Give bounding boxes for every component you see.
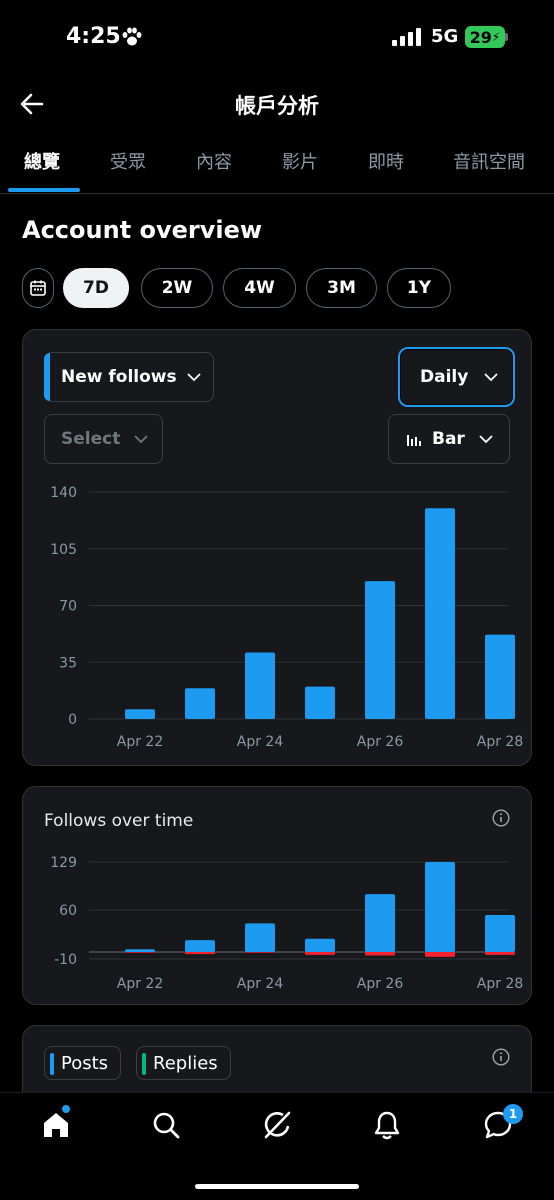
battery-icon: 29 ⚡ — [465, 26, 505, 48]
bell-icon[interactable] — [371, 1109, 403, 1141]
calendar-button[interactable] — [22, 268, 54, 308]
info-icon[interactable] — [492, 809, 510, 827]
bar-negative — [125, 952, 155, 953]
x-tick-label: Apr 24 — [237, 734, 284, 750]
chevron-down-icon — [186, 372, 201, 381]
bar — [425, 508, 455, 719]
network-type: 5G — [431, 26, 459, 47]
bar — [245, 652, 275, 719]
battery-cap — [505, 33, 508, 41]
y-tick-label: 140 — [50, 485, 77, 501]
metric-dropdown[interactable]: New follows — [44, 352, 214, 402]
y-tick-label: 35 — [59, 655, 77, 671]
tab-video[interactable]: 影片 — [282, 148, 318, 174]
home-notification-dot — [62, 1105, 70, 1113]
period-2w[interactable]: 2W — [141, 268, 213, 308]
section-title: Account overview — [22, 216, 263, 244]
info-icon[interactable] — [492, 1048, 510, 1066]
messages-badge: 1 — [503, 1104, 523, 1124]
new-follows-card: New follows Daily Select Bar 0 35 70 105 140… — [22, 329, 532, 766]
period-3m[interactable]: 3M — [306, 268, 377, 308]
y-tick-label: 0 — [68, 712, 77, 728]
x-tick-label: Apr 26 — [357, 976, 404, 992]
compare-dropdown[interactable]: Select — [44, 414, 163, 464]
status-bar: 4:25 5G 29 ⚡ — [0, 0, 554, 74]
calendar-icon — [30, 280, 46, 296]
top-header: 帳戶分析 — [0, 74, 554, 134]
interval-dropdown[interactable]: Daily — [398, 347, 515, 407]
chevron-down-icon — [134, 434, 148, 443]
battery-level: 29 — [469, 27, 492, 47]
tab-content[interactable]: 內容 — [196, 148, 232, 174]
y-tick-label: -10 — [54, 952, 77, 968]
tab-bar: 總覽 受眾 內容 影片 即時 音訊空間 — [0, 134, 554, 194]
legend-replies-color — [142, 1053, 146, 1075]
tab-spaces[interactable]: 音訊空間 — [453, 148, 525, 174]
tab-live[interactable]: 即時 — [368, 148, 404, 174]
bar-positive — [185, 940, 215, 953]
legend-posts-color — [50, 1053, 54, 1075]
new-follows-chart: 0 35 70 105 140 Apr 22 Apr 24 Apr 26 Apr 28 — [50, 485, 523, 750]
bar-positive — [485, 915, 515, 953]
bar-negative — [485, 952, 515, 955]
legend-replies[interactable]: Replies — [136, 1046, 231, 1080]
legend-replies-label: Replies — [153, 1052, 218, 1074]
bar-negative — [365, 952, 395, 956]
bar-positive — [305, 938, 335, 953]
period-1y[interactable]: 1Y — [387, 268, 451, 308]
bar — [485, 634, 515, 719]
chevron-down-icon — [484, 372, 498, 381]
chart-type-dropdown-label: Bar — [432, 429, 465, 449]
home-indicator — [195, 1184, 359, 1189]
x-tick-label: Apr 28 — [477, 734, 523, 750]
follows-over-time-chart: 129 60 -10 Apr 22 Apr 24 Apr 26 Apr 28 — [50, 855, 523, 992]
bar-positive — [425, 862, 455, 953]
compare-dropdown-label: Select — [61, 429, 121, 449]
bar-negative — [185, 952, 215, 955]
x-tick-label: Apr 28 — [477, 976, 523, 992]
metric-dropdown-label: New follows — [61, 367, 177, 387]
y-tick-label: 70 — [59, 599, 77, 615]
y-tick-label: 129 — [50, 855, 77, 871]
bar-negative — [245, 952, 275, 953]
bar-positive — [245, 923, 275, 953]
x-tick-label: Apr 22 — [117, 734, 163, 750]
bar-negative — [425, 952, 455, 957]
bar-positive — [365, 894, 395, 953]
chart-type-dropdown[interactable]: Bar — [388, 414, 510, 464]
metric-color-indicator — [44, 353, 50, 401]
page-title: 帳戶分析 — [235, 94, 319, 118]
home-icon[interactable] — [40, 1109, 72, 1141]
bar-chart-icon — [407, 435, 421, 446]
status-time: 4:25 — [66, 24, 121, 49]
bar-negative — [305, 952, 335, 955]
period-7d[interactable]: 7D — [63, 268, 129, 308]
legend-posts-label: Posts — [61, 1052, 109, 1074]
bar — [305, 686, 335, 719]
card-title: Follows over time — [44, 811, 194, 831]
y-tick-label: 60 — [59, 903, 77, 919]
follows-over-time-card: Follows over time 129 60 -10 Apr 22 Apr 24 Ap… — [22, 786, 532, 1005]
bar — [185, 688, 215, 719]
chevron-down-icon — [479, 434, 493, 443]
paw-icon — [122, 27, 142, 46]
signal-icon — [392, 28, 421, 46]
active-tab-indicator — [8, 188, 80, 192]
tab-audience[interactable]: 受眾 — [110, 148, 146, 174]
y-tick-label: 105 — [50, 542, 77, 558]
bar-positive — [125, 949, 155, 953]
interval-dropdown-label: Daily — [420, 367, 469, 387]
x-tick-label: Apr 22 — [117, 976, 163, 992]
tab-overview[interactable]: 總覽 — [24, 148, 60, 174]
search-icon[interactable] — [150, 1109, 182, 1141]
bar — [365, 581, 395, 719]
bar — [125, 709, 155, 719]
x-tick-label: Apr 26 — [357, 734, 404, 750]
legend-posts[interactable]: Posts — [44, 1046, 122, 1080]
period-4w[interactable]: 4W — [223, 268, 296, 308]
grok-icon[interactable] — [261, 1109, 293, 1141]
x-tick-label: Apr 24 — [237, 976, 284, 992]
